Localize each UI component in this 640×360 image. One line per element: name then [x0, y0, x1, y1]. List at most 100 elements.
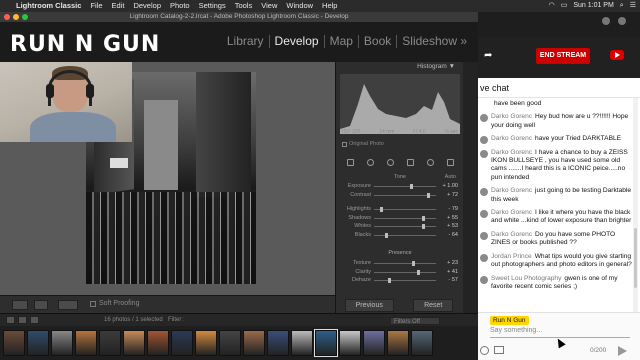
chat-author[interactable]: Darko Gorenc	[491, 187, 532, 194]
slider-knob[interactable]	[412, 261, 416, 266]
filmstrip-thumbnail[interactable]	[219, 330, 241, 356]
original-photo-checkbox[interactable]	[342, 141, 347, 147]
chat-message[interactable]: Darko Gorenc I have a chance to buy a ZEI…	[478, 147, 636, 186]
chat-message[interactable]: Sweet Lou Photography gwen is one of my f…	[478, 273, 636, 295]
slider-value[interactable]: - 79	[449, 206, 458, 212]
filmstrip-thumbnail[interactable]	[171, 330, 193, 356]
module-map[interactable]: Map	[325, 35, 359, 48]
chat-message[interactable]: Jordan Prince What tips would you give st…	[478, 251, 636, 273]
tone-slider-shadows[interactable]: Shadows + 55	[340, 215, 460, 224]
slider-track[interactable]	[374, 280, 436, 281]
presence-slider-texture[interactable]: Texture + 23	[340, 260, 460, 269]
filmstrip-thumbnail[interactable]	[27, 330, 49, 356]
radial-filter-icon[interactable]	[426, 158, 434, 166]
slider-track[interactable]	[374, 271, 436, 273]
chat-author[interactable]: Darko Gorenc	[491, 135, 532, 142]
presence-slider-dehaze[interactable]: Dehaze - 57	[340, 277, 460, 286]
chat-author[interactable]: Jordan Prince	[491, 253, 532, 260]
slider-track[interactable]	[374, 234, 436, 236]
spot-removal-icon[interactable]	[366, 158, 374, 166]
graduated-filter-icon[interactable]	[406, 158, 414, 166]
original-photo-toggle[interactable]: Original Photo	[342, 141, 384, 147]
slider-knob[interactable]	[387, 278, 391, 283]
super-chat-icon[interactable]	[494, 346, 504, 354]
minimize-window-icon[interactable]	[13, 14, 19, 20]
menu-file[interactable]: File	[90, 0, 102, 12]
close-window-icon[interactable]	[4, 14, 10, 20]
module-book[interactable]: Book	[359, 35, 398, 48]
tone-slider-exposure[interactable]: Exposure + 1.00	[340, 183, 460, 192]
slider-track[interactable]	[374, 263, 436, 264]
avatar[interactable]	[480, 136, 488, 145]
chat-scrollbar[interactable]	[633, 98, 638, 326]
tone-slider-whites[interactable]: Whites + 53	[340, 223, 460, 232]
slider-track[interactable]	[374, 217, 436, 219]
filmstrip-thumbnail[interactable]	[243, 330, 265, 356]
tone-slider-highlights[interactable]: Highlights - 79	[340, 206, 460, 215]
chat-message[interactable]: have been good	[478, 98, 636, 111]
avatar[interactable]	[480, 188, 488, 197]
slider-value[interactable]: - 64	[449, 232, 458, 238]
chat-input[interactable]: Say something...	[490, 327, 542, 334]
chat-author[interactable]: Sweet Lou Photography	[491, 275, 561, 282]
slider-knob[interactable]	[380, 207, 384, 212]
secondary-display-1-button[interactable]	[6, 316, 15, 324]
menu-settings[interactable]: Settings	[199, 0, 226, 12]
menu-develop[interactable]: Develop	[133, 0, 161, 12]
clock[interactable]: Sun 1:01 PM	[573, 0, 613, 12]
chat-message[interactable]: Darko Gorenc just going to be testing Dar…	[478, 185, 636, 207]
before-after-button[interactable]	[34, 300, 48, 310]
tone-slider-blacks[interactable]: Blacks - 64	[340, 232, 460, 241]
menu-list-icon[interactable]: ☰	[630, 0, 636, 12]
filmstrip-thumbnail[interactable]	[291, 330, 313, 356]
chat-author[interactable]: Darko Gorenc	[491, 209, 532, 216]
avatar[interactable]	[480, 231, 488, 240]
slider-value[interactable]: + 41	[447, 269, 458, 275]
slider-knob[interactable]	[385, 232, 389, 238]
filmstrip-thumbnail[interactable]	[387, 330, 409, 356]
avatar[interactable]	[480, 210, 488, 219]
filmstrip-thumbnail[interactable]	[51, 330, 73, 356]
reset-button[interactable]: Reset	[413, 298, 454, 312]
avatar[interactable]	[602, 17, 610, 25]
chat-author[interactable]: Darko Gorenc	[491, 231, 532, 238]
slider-value[interactable]: + 72	[447, 192, 458, 198]
avatar[interactable]	[480, 114, 488, 123]
filmstrip-thumbnail[interactable]	[267, 330, 289, 356]
presence-slider-clarity[interactable]: Clarity + 41	[340, 269, 460, 278]
filmstrip-thumbnail[interactable]	[147, 330, 169, 356]
slider-knob[interactable]	[422, 215, 426, 221]
notifications-icon[interactable]	[618, 17, 626, 25]
slider-value[interactable]: + 55	[447, 215, 458, 221]
filmstrip-thumbnail[interactable]	[411, 330, 433, 356]
send-icon[interactable]	[618, 346, 627, 356]
filmstrip-thumbnail[interactable]	[363, 330, 385, 356]
slider-knob[interactable]	[427, 192, 431, 198]
chat-message[interactable]: Darko Gorenc Hey bud how are u ??!!!!!! H…	[478, 111, 636, 133]
slider-value[interactable]: + 53	[447, 223, 458, 229]
end-stream-button[interactable]: END STREAM	[536, 48, 590, 64]
wifi-icon[interactable]: ◠	[549, 0, 555, 12]
slider-value[interactable]: + 23	[447, 260, 458, 266]
menu-photo[interactable]: Photo	[170, 0, 190, 12]
slider-value[interactable]: - 57	[449, 277, 458, 283]
search-icon[interactable]: ⌕	[620, 0, 624, 12]
slider-knob[interactable]	[409, 184, 413, 189]
chat-scrollbar-thumb[interactable]	[634, 228, 637, 288]
tone-slider-contrast[interactable]: Contrast + 72	[340, 192, 460, 201]
app-menu[interactable]: Lightroom Classic	[16, 0, 81, 12]
previous-button[interactable]: Previous	[344, 298, 394, 312]
menu-edit[interactable]: Edit	[112, 0, 125, 12]
red-eye-icon[interactable]	[386, 158, 394, 166]
menu-window[interactable]: Window	[286, 0, 313, 12]
avatar[interactable]	[480, 275, 488, 284]
soft-proofing-checkbox[interactable]	[90, 300, 96, 307]
filmstrip-thumbnail[interactable]	[75, 330, 97, 356]
emoji-icon[interactable]	[480, 346, 489, 355]
slider-track[interactable]	[374, 186, 436, 187]
crop-tool-icon[interactable]	[346, 158, 354, 166]
histogram-header[interactable]: Histogram ▼	[336, 62, 463, 72]
filmstrip-thumbnail[interactable]	[3, 330, 25, 356]
module-library[interactable]: Library	[222, 35, 270, 48]
secondary-display-2-button[interactable]	[18, 316, 27, 324]
